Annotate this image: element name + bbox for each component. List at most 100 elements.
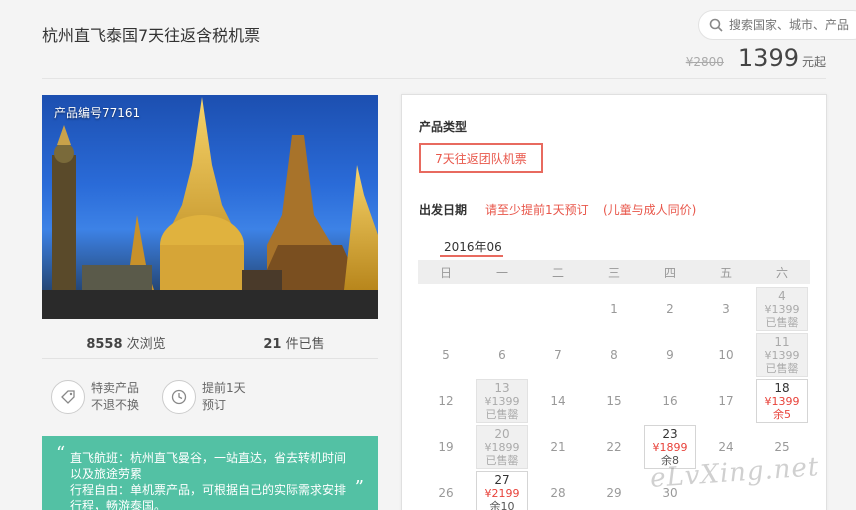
calendar-day-price: ¥1899 — [652, 441, 688, 454]
product-code: 产品编号77161 — [54, 106, 141, 120]
search-input[interactable] — [729, 18, 856, 32]
calendar-day-price: ¥1399 — [764, 303, 800, 316]
product-type-option[interactable]: 7天往返团队机票 — [419, 143, 543, 173]
calendar-cell: 20 ¥1899 已售罄 — [474, 424, 530, 470]
feature-advance-booking: 提前1天 预订 — [162, 380, 246, 414]
weekday-label: 二 — [551, 265, 564, 280]
close-quote-icon: ” — [354, 477, 364, 498]
calendar-day: 26 — [438, 486, 454, 500]
weekday-label: 一 — [495, 265, 508, 280]
search-icon — [709, 18, 723, 32]
calendar-cell: 26 — [418, 470, 474, 510]
calendar-day: 12 — [438, 394, 454, 408]
calendar-day-status: 已售罄 — [485, 408, 519, 421]
calendar-cell: 18 ¥1399 余5 — [754, 378, 810, 424]
highlight-line: 直飞航班：杭州直飞曼谷，一站直达，省去转机时间 — [70, 451, 347, 465]
calendar-day: 14 — [550, 394, 566, 408]
calendar-day: 21 — [550, 440, 566, 454]
calendar-cell: 22 — [586, 424, 642, 470]
calendar-cell: 7 — [530, 332, 586, 378]
calendar-day-price: ¥2199 — [484, 487, 520, 500]
calendar-cell: 2 — [642, 286, 698, 332]
price-row: ¥2800 1399 元起 — [686, 44, 826, 72]
calendar-cell: 17 — [698, 378, 754, 424]
tag-icon — [51, 380, 85, 414]
feature-line: 提前1天 — [202, 381, 246, 395]
departure-date-label: 出发日期 — [419, 203, 468, 217]
search-box[interactable] — [698, 10, 856, 40]
original-price: ¥2800 — [685, 55, 724, 69]
product-highlights: “ 直飞航班：杭州直飞曼谷，一站直达，省去转机时间 以及旅途劳累 行程自由：单机… — [42, 436, 378, 510]
calendar-day-price: ¥1399 — [484, 395, 520, 408]
stats-divider — [42, 358, 378, 359]
product-stats: 8558 次浏览 21 件已售 — [42, 333, 378, 352]
calendar-day: 6 — [498, 348, 506, 362]
calendar-cell: 10 — [698, 332, 754, 378]
product-photo: 产品编号77161 — [42, 95, 378, 319]
calendar-day: 28 — [550, 486, 566, 500]
product-type-label: 产品类型 — [419, 120, 468, 134]
calendar-cell: 29 — [586, 470, 642, 510]
views-label: 次浏览 — [126, 337, 166, 352]
calendar-day: 17 — [718, 394, 734, 408]
views-stat: 8558 次浏览 — [42, 333, 210, 352]
calendar-day-number: 4 — [778, 289, 786, 303]
highlight-line: 行程自由：单机票产品，可根据自己的实际需求安排 — [70, 483, 347, 497]
calendar-day-available[interactable]: 27 ¥2199 余10 — [476, 471, 528, 510]
calendar-cell: 9 — [642, 332, 698, 378]
calendar-cell: 15 — [586, 378, 642, 424]
temple-illustration — [42, 97, 378, 319]
calendar-day-price: ¥1399 — [764, 349, 800, 362]
calendar-cell: 19 — [418, 424, 474, 470]
calendar-day: 22 — [606, 440, 622, 454]
calendar-day: 8 — [610, 348, 618, 362]
calendar-day: 1 — [610, 302, 618, 316]
calendar-month-tab[interactable]: 2016年06 — [444, 238, 502, 255]
month-tab-underline — [440, 255, 503, 257]
calendar-cell: 16 — [642, 378, 698, 424]
calendar-day-status: 已售罄 — [765, 316, 799, 329]
calendar-day: 29 — [606, 486, 622, 500]
calendar-day: 16 — [662, 394, 678, 408]
advance-booking-hint: 请至少提前1天预订 — [485, 203, 589, 217]
page-title: 杭州直飞泰国7天往返含税机票 — [42, 26, 261, 45]
calendar-cell: 27 ¥2199 余10 — [474, 470, 530, 510]
feature-line: 不退不换 — [91, 398, 140, 412]
calendar-day-status: 余5 — [773, 408, 791, 421]
calendar-cell: 28 — [530, 470, 586, 510]
sold-label: 件已售 — [285, 337, 325, 352]
highlight-line: 行程，畅游泰国。 — [70, 499, 167, 510]
calendar-day-number: 23 — [662, 427, 678, 441]
calendar-day-number: 20 — [494, 427, 510, 441]
calendar-day: 3 — [722, 302, 730, 316]
calendar-day-soldout: 20 ¥1899 已售罄 — [476, 425, 528, 469]
calendar-day-status: 余10 — [489, 500, 515, 510]
sold-stat: 21 件已售 — [210, 333, 378, 352]
views-count: 8558 — [86, 337, 123, 352]
booking-panel: 产品类型 7天往返团队机票 出发日期 请至少提前1天预订 (儿童与成人同价) 2… — [401, 94, 827, 510]
child-price-hint: (儿童与成人同价) — [603, 203, 697, 217]
calendar-cell: 21 — [530, 424, 586, 470]
calendar-day-number: 27 — [494, 473, 510, 487]
calendar-day: 15 — [606, 394, 622, 408]
calendar-cell: 1 — [586, 286, 642, 332]
current-price: 1399 — [737, 44, 799, 72]
weekday-label: 五 — [719, 265, 732, 280]
highlight-line: 以及旅途劳累 — [70, 467, 143, 481]
weekday-label: 四 — [663, 265, 676, 280]
header-divider — [42, 78, 826, 79]
calendar-day-number: 18 — [774, 381, 790, 395]
calendar-day: 19 — [438, 440, 454, 454]
feature-line: 特卖产品 — [91, 381, 140, 395]
calendar-day-soldout: 13 ¥1399 已售罄 — [476, 379, 528, 423]
feature-special-sale: 特卖产品 不退不换 — [51, 380, 139, 414]
calendar-day: 25 — [774, 440, 790, 454]
calendar-day-status: 已售罄 — [485, 454, 519, 467]
feature-line: 预订 — [202, 398, 227, 412]
calendar-day-price: ¥1899 — [484, 441, 520, 454]
calendar-day: 7 — [554, 348, 562, 362]
sold-count: 21 — [263, 337, 282, 352]
calendar-day-available[interactable]: 18 ¥1399 余5 — [756, 379, 808, 423]
clock-icon — [162, 380, 196, 414]
weekday-label: 日 — [439, 265, 452, 280]
